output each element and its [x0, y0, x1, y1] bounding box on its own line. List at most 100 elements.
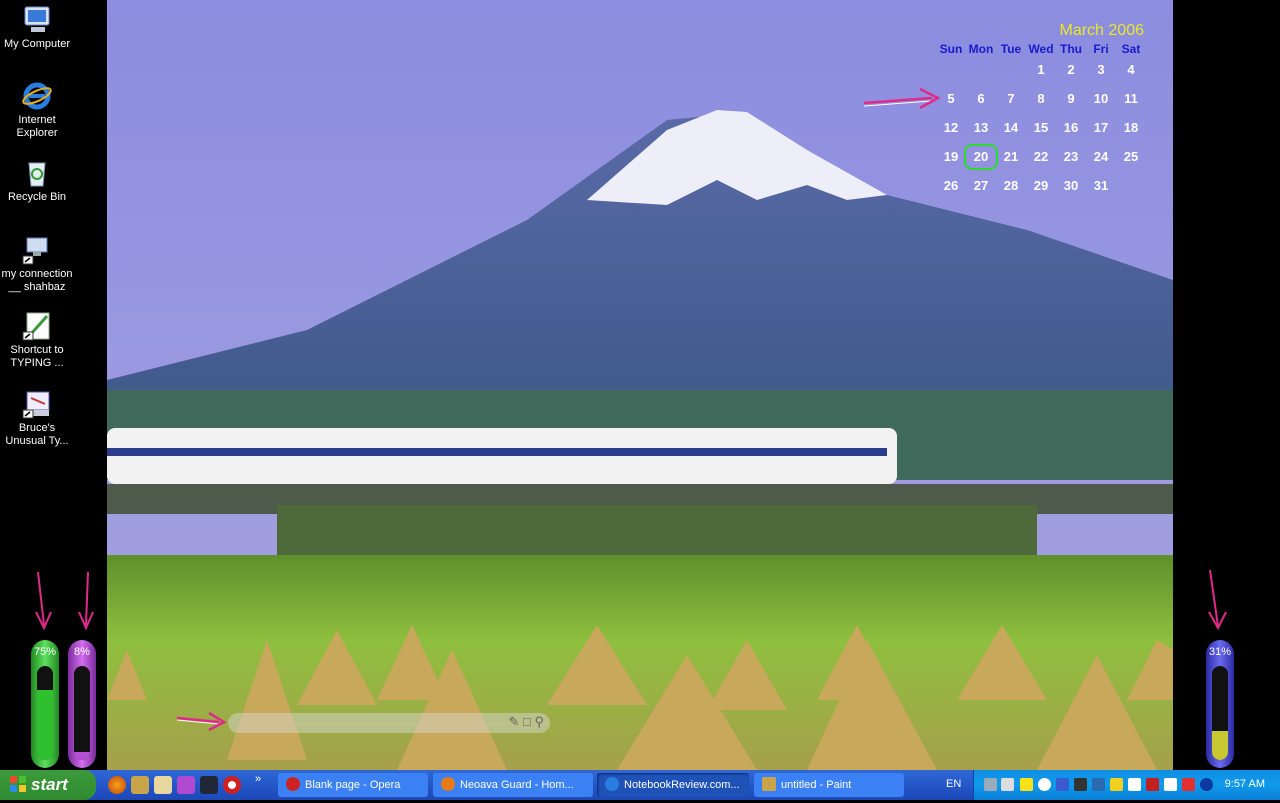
calendar-day[interactable]: 6 [966, 91, 996, 106]
firefox-icon [441, 777, 455, 791]
calendar-day[interactable]: 28 [996, 178, 1026, 193]
desktop-icon-my-connection[interactable]: my connection __ shahbaz [0, 234, 74, 294]
calendar-day[interactable]: 13 [966, 120, 996, 135]
task-button-firefox[interactable]: Neoava Guard - Hom... [433, 773, 593, 797]
typing-program-icon [21, 310, 53, 342]
calendar-day[interactable]: 14 [996, 120, 1026, 135]
tray-display-icon[interactable] [1001, 778, 1014, 791]
desktop-wallpaper [107, 0, 1173, 770]
annotation-arrow-gauge-green [35, 571, 52, 631]
calendar-weekday-wed: Wed [1028, 42, 1054, 56]
cpu-gauge-tube [37, 666, 53, 760]
desktop-icon-recycle-bin[interactable]: Recycle Bin [0, 157, 74, 204]
tray-arrow-icon[interactable] [1200, 778, 1213, 791]
calendar-day[interactable]: 11 [1116, 91, 1146, 106]
calendar-day[interactable]: 24 [1086, 149, 1116, 164]
tray-camera-icon[interactable] [1128, 778, 1141, 791]
tray-antivirus-icon[interactable] [1182, 778, 1195, 791]
calendar-day[interactable]: 8 [1026, 91, 1056, 106]
memory-gauge-percent: 8% [74, 646, 90, 658]
calendar-weekday-sun: Sun [939, 42, 963, 56]
calendar-weekday-tue: Tue [1000, 42, 1022, 56]
calendar-day[interactable]: 16 [1056, 120, 1086, 135]
desktop-icon-bruces-typing[interactable]: Bruce's Unusual Ty... [0, 388, 74, 448]
calendar-day[interactable]: 29 [1026, 178, 1056, 193]
calendar-day[interactable]: 18 [1116, 120, 1146, 135]
desktop-icon-internet-explorer[interactable]: Internet Explorer [0, 80, 74, 140]
calendar-day[interactable]: 2 [1056, 62, 1086, 77]
desktop-search-input[interactable] [246, 714, 500, 732]
calendar-day[interactable]: 3 [1086, 62, 1116, 77]
task-button-opera[interactable]: Blank page - Opera [278, 773, 428, 797]
tray-messenger-icon[interactable] [1110, 778, 1123, 791]
calendar-day[interactable]: 23 [1056, 149, 1086, 164]
calendar-day[interactable]: 27 [966, 178, 996, 193]
cpu-gauge-percent: 75% [33, 646, 57, 658]
firefox-quicklaunch-icon[interactable] [108, 776, 126, 794]
calendar-weekday-mon: Mon [968, 42, 994, 56]
tray-note-icon[interactable] [1020, 778, 1033, 791]
calendar-day[interactable]: 1 [1026, 62, 1056, 77]
task-button-paint[interactable]: untitled - Paint [754, 773, 904, 797]
calendar-day[interactable]: 9 [1056, 91, 1086, 106]
annotation-arrow-calendar [863, 87, 941, 110]
calendar-month-title: March 2006 [1059, 22, 1145, 39]
calendar-day[interactable]: 30 [1056, 178, 1086, 193]
calendar-day-today[interactable]: 20 [964, 144, 998, 170]
calendar-day[interactable]: 31 [1086, 178, 1116, 193]
calendar-day[interactable]: 22 [1026, 149, 1056, 164]
annotation-arrow-gauge-blue [1208, 569, 1227, 631]
calendar-day[interactable]: 19 [936, 149, 966, 164]
start-button[interactable]: start [0, 770, 96, 800]
tray-network-icon[interactable] [984, 778, 997, 791]
paint-icon [762, 777, 776, 791]
windows-logo-icon [9, 773, 27, 792]
opera-quicklaunch-icon[interactable] [223, 776, 241, 794]
opera-icon [286, 777, 300, 791]
notepad-quicklaunch-icon[interactable] [154, 776, 172, 794]
calendar-day[interactable]: 15 [1026, 120, 1056, 135]
document-icon[interactable]: □ [523, 714, 531, 729]
taskbar: start » Blank page - Opera Neoava Guard … [0, 770, 1280, 800]
battery-gauge-tube [1212, 666, 1228, 760]
desktop-icon-my-computer[interactable]: My Computer [0, 4, 74, 51]
calendar-day[interactable]: 25 [1116, 149, 1146, 164]
computer-icon [21, 4, 53, 36]
calendar-day[interactable]: 26 [936, 178, 966, 193]
tray-shield-icon[interactable] [1056, 778, 1069, 791]
battery-gauge: 31% [1206, 640, 1234, 768]
calendar-weekday-sat: Sat [1121, 42, 1141, 56]
tray-device-icon[interactable] [1074, 778, 1087, 791]
calendar-day[interactable]: 4 [1116, 62, 1146, 77]
calendar-day[interactable]: 7 [996, 91, 1026, 106]
language-indicator[interactable]: EN [946, 778, 961, 790]
recycle-bin-icon [21, 157, 53, 189]
cpu-gauge-fill [37, 689, 53, 760]
search-icon[interactable]: ⚲ [534, 714, 544, 729]
taskbar-clock[interactable]: 9:57 AM [1225, 778, 1265, 790]
calendar-day[interactable]: 10 [1086, 91, 1116, 106]
memory-gauge-fill [74, 752, 90, 760]
calendar-day[interactable]: 12 [936, 120, 966, 135]
quicklaunch-more-chevron-icon[interactable]: » [255, 773, 261, 785]
pencil-icon[interactable]: ✎ [508, 714, 519, 729]
tray-bus-icon[interactable] [1146, 778, 1159, 791]
calendar-day[interactable]: 17 [1086, 120, 1116, 135]
system-tray: 9:57 AM [973, 770, 1280, 800]
calendar-day[interactable]: 21 [996, 149, 1026, 164]
desktop-show-quicklaunch-icon[interactable] [200, 776, 218, 794]
battery-gauge-percent: 31% [1208, 646, 1232, 658]
task-button-internet-explorer[interactable]: NotebookReview.com... [597, 773, 749, 797]
desktop-icon-typing-shortcut[interactable]: Shortcut to TYPING ... [0, 310, 74, 370]
battery-gauge-fill [1212, 730, 1228, 760]
typing-tutor-icon [21, 388, 53, 420]
tray-magnifier-icon[interactable] [1038, 778, 1051, 791]
paint-quicklaunch-icon[interactable] [131, 776, 149, 794]
app-quicklaunch-icon[interactable] [177, 776, 195, 794]
cpu-gauge: 75% [31, 640, 59, 768]
memory-gauge: 8% [68, 640, 96, 768]
internet-explorer-icon [21, 80, 53, 112]
tray-network-monitor-icon[interactable] [1092, 778, 1105, 791]
desktop-search-bar[interactable]: ✎ □ ⚲ [228, 713, 550, 733]
tray-power-icon[interactable] [1164, 778, 1177, 791]
